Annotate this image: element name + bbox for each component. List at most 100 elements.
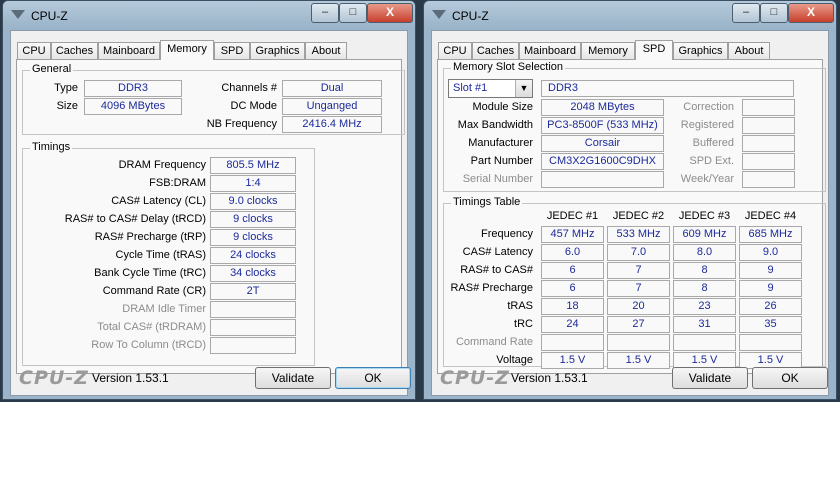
tab-graphics[interactable]: Graphics [250, 42, 305, 59]
cpuz-app-icon [11, 10, 25, 19]
part-number-value: CM3X2G1600C9DHX [541, 153, 664, 170]
week-year-label: Week/Year [680, 173, 734, 185]
window-title: CPU-Z [452, 9, 489, 23]
minimize-button[interactable]: – [732, 3, 760, 23]
tab-mainboard[interactable]: Mainboard [519, 42, 581, 59]
registered-label: Registered [680, 119, 734, 131]
row-label-command-rate: Command Rate [455, 336, 533, 348]
table-cell [607, 334, 670, 351]
table-cell: 9 [739, 280, 802, 297]
table-cell: 24 [541, 316, 604, 333]
type-value: DDR3 [84, 80, 182, 97]
close-button[interactable]: X [788, 3, 834, 23]
tab-spd[interactable]: SPD [635, 40, 673, 60]
correction-value [742, 99, 795, 116]
command-rate-label: Command Rate (CR) [102, 285, 206, 297]
size-label: Size [56, 100, 78, 112]
channels-value: Dual [282, 80, 382, 97]
buffered-label: Buffered [692, 137, 734, 149]
chevron-down-icon[interactable]: ▼ [515, 80, 532, 97]
version-text: Version 1.53.1 [92, 371, 169, 385]
title-bar[interactable]: CPU-Z – □ X [424, 1, 836, 29]
cpuz-window-memory: CPU-Z – □ X CPU Caches Mainboard Memory … [2, 0, 416, 400]
maximize-button[interactable]: □ [760, 3, 788, 23]
window-title: CPU-Z [31, 9, 68, 23]
fsb-dram-value: 1:4 [210, 175, 296, 192]
tab-caches[interactable]: Caches [472, 42, 519, 59]
trcd-label: RAS# to CAS# Delay (tRCD) [64, 213, 206, 225]
group-title: Timings [30, 141, 73, 153]
table-cell: 1.5 V [607, 352, 670, 369]
dc-mode-label: DC Mode [230, 100, 277, 112]
tab-graphics[interactable]: Graphics [673, 42, 728, 59]
tab-memory[interactable]: Memory [160, 40, 214, 60]
timings-table-group: Timings Table JEDEC #1 JEDEC #2 JEDEC #3… [443, 196, 826, 369]
close-button[interactable]: X [367, 3, 413, 23]
validate-button[interactable]: Validate [255, 367, 331, 389]
column-header-jedec-1: JEDEC #1 [546, 210, 599, 222]
row-label-ras-to-cas: RAS# to CAS# [460, 264, 533, 276]
registered-value [742, 117, 795, 134]
dram-idle-timer-label: DRAM Idle Timer [122, 303, 206, 315]
manufacturer-label: Manufacturer [468, 137, 533, 149]
total-cas-label: Total CAS# (tRDRAM) [97, 321, 206, 333]
table-cell: 18 [541, 298, 604, 315]
table-cell: 6.0 [541, 244, 604, 261]
cas-latency-value: 9.0 clocks [210, 193, 296, 210]
table-cell [541, 334, 604, 351]
tab-cpu[interactable]: CPU [17, 42, 51, 59]
trp-label: RAS# Precharge (tRP) [94, 231, 206, 243]
table-cell: 6 [541, 262, 604, 279]
general-group: General Type DDR3 Size 4096 MBytes Chann… [22, 63, 405, 135]
ok-button[interactable]: OK [752, 367, 828, 389]
window-client-area: CPU Caches Mainboard Memory SPD Graphics… [10, 30, 411, 396]
table-cell: 7 [607, 280, 670, 297]
tab-mainboard[interactable]: Mainboard [98, 42, 160, 59]
validate-button[interactable]: Validate [672, 367, 748, 389]
dram-frequency-label: DRAM Frequency [118, 159, 206, 171]
table-cell: 27 [607, 316, 670, 333]
ok-button[interactable]: OK [335, 367, 411, 389]
memory-slot-group: Memory Slot Selection Slot #1 ▼ DDR3 Mod… [443, 61, 826, 192]
nb-frequency-value: 2416.4 MHz [282, 116, 382, 133]
total-cas-value [210, 319, 296, 336]
type-label: Type [54, 82, 78, 94]
spd-tab-panel: Memory Slot Selection Slot #1 ▼ DDR3 Mod… [437, 59, 826, 374]
cas-latency-label: CAS# Latency (CL) [111, 195, 206, 207]
row-to-column-label: Row To Column (tRCD) [91, 339, 206, 351]
column-header-jedec-3: JEDEC #3 [678, 210, 731, 222]
tab-memory[interactable]: Memory [581, 42, 635, 59]
slot-select[interactable]: Slot #1 ▼ [448, 79, 533, 98]
tab-about[interactable]: About [305, 42, 347, 59]
table-cell: 8.0 [673, 244, 736, 261]
table-cell [673, 334, 736, 351]
table-cell: 685 MHz [739, 226, 802, 243]
trcd-value: 9 clocks [210, 211, 296, 228]
maximize-button[interactable]: □ [339, 3, 367, 23]
channels-label: Channels # [221, 82, 277, 94]
window-client-area: CPU Caches Mainboard Memory SPD Graphics… [431, 30, 829, 396]
trc-label: Bank Cycle Time (tRC) [94, 267, 206, 279]
tab-spd[interactable]: SPD [214, 42, 250, 59]
tab-about[interactable]: About [728, 42, 770, 59]
version-text: Version 1.53.1 [511, 371, 588, 385]
tab-caches[interactable]: Caches [51, 42, 98, 59]
row-label-tras: tRAS [507, 300, 533, 312]
dram-idle-timer-value [210, 301, 296, 318]
cpuz-logo: CPU-Z [440, 367, 510, 389]
table-cell: 26 [739, 298, 802, 315]
spd-ext-value [742, 153, 795, 170]
title-bar[interactable]: CPU-Z – □ X [3, 1, 415, 29]
module-size-value: 2048 MBytes [541, 99, 664, 116]
group-title: Timings Table [451, 196, 523, 208]
group-title: General [30, 63, 74, 75]
serial-number-label: Serial Number [462, 173, 533, 185]
max-bandwidth-label: Max Bandwidth [457, 119, 533, 131]
row-to-column-value [210, 337, 296, 354]
tab-cpu[interactable]: CPU [438, 42, 472, 59]
timings-group: Timings DRAM Frequency 805.5 MHz FSB:DRA… [22, 141, 315, 366]
week-year-value [742, 171, 795, 188]
cpuz-window-spd: CPU-Z – □ X CPU Caches Mainboard Memory … [423, 0, 837, 400]
correction-label: Correction [683, 101, 734, 113]
minimize-button[interactable]: – [311, 3, 339, 23]
